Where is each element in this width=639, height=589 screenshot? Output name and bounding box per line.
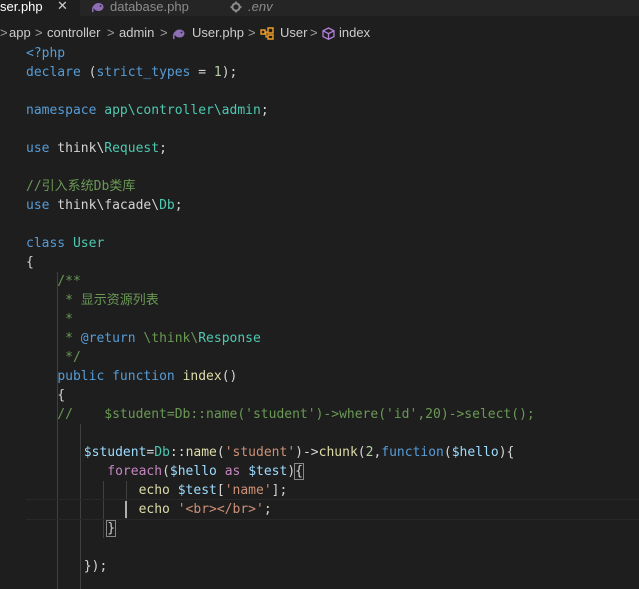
text-cursor [125, 501, 127, 518]
code-line-11: class User [26, 236, 105, 251]
breadcrumb-separator: > [310, 25, 318, 40]
code-line-25: echo '<br></br>'; [138, 502, 272, 517]
tab-label: .env [248, 0, 273, 14]
breadcrumb-item-controller[interactable]: controller [47, 25, 100, 40]
code-line-12: { [26, 255, 34, 270]
close-icon[interactable]: ✕ [57, 0, 68, 14]
breadcrumb-separator: > [0, 25, 8, 40]
code-line-8: //引入系统Db类库 [26, 179, 136, 194]
cube-icon [322, 27, 335, 40]
code-line-22: $student=Db::name('student')->chunk(2,fu… [83, 445, 515, 460]
breadcrumb-item-class[interactable]: User [280, 25, 307, 40]
class-icon [260, 27, 274, 40]
code-line-28: }); [29, 559, 108, 574]
breadcrumb-separator: > [248, 25, 256, 40]
tab-database-php[interactable]: database.php [80, 0, 214, 16]
code-line-17: */ [26, 350, 81, 365]
code-line-19: { [26, 388, 66, 403]
breadcrumb-item-file[interactable]: User.php [192, 25, 244, 40]
code-line-9: use think\facade\Db; [26, 198, 183, 213]
breadcrumb-item-method[interactable]: index [339, 25, 370, 40]
code-line-13: /** [26, 274, 81, 289]
tab-user-php[interactable]: ser.php ✕ [0, 0, 80, 16]
code-line-1: <?php [26, 46, 66, 61]
code-line-24: echo $test['name']; [138, 483, 288, 498]
tab-label: ser.php [0, 0, 43, 14]
code-line-16: * @return \think\Response [26, 331, 261, 346]
breadcrumb-separator: > [160, 25, 168, 40]
tab-bar: ser.php ✕ database.php .env [0, 0, 639, 16]
code-line-26: } [106, 520, 117, 537]
breadcrumb: > app > controller > admin > User.php > … [0, 23, 639, 43]
breadcrumb-separator: > [35, 25, 43, 40]
breadcrumb-separator: > [107, 25, 115, 40]
code-line-23: foreach($hello as $test){ [107, 463, 304, 480]
code-line-15: * [26, 312, 73, 327]
elephant-icon [172, 29, 185, 40]
elephant-icon [92, 3, 104, 13]
code-line-2: declare (strict_types = 1); [26, 65, 238, 80]
breadcrumb-item-app[interactable]: app [9, 25, 31, 40]
code-line-6: use think\Request; [26, 141, 167, 156]
gear-icon [230, 1, 242, 13]
code-line-20: // $student=Db::name('student')->where('… [26, 407, 535, 422]
code-line-4: namespace app\controller\admin; [26, 103, 269, 118]
breadcrumb-item-admin[interactable]: admin [119, 25, 154, 40]
tab-label: database.php [110, 0, 189, 14]
code-line-18: public function index() [57, 369, 238, 384]
code-line-14: * 显示资源列表 [26, 293, 159, 308]
tab-env[interactable]: .env [214, 0, 324, 16]
code-editor[interactable]: <?php declare (strict_types = 1); namesp… [0, 44, 639, 589]
